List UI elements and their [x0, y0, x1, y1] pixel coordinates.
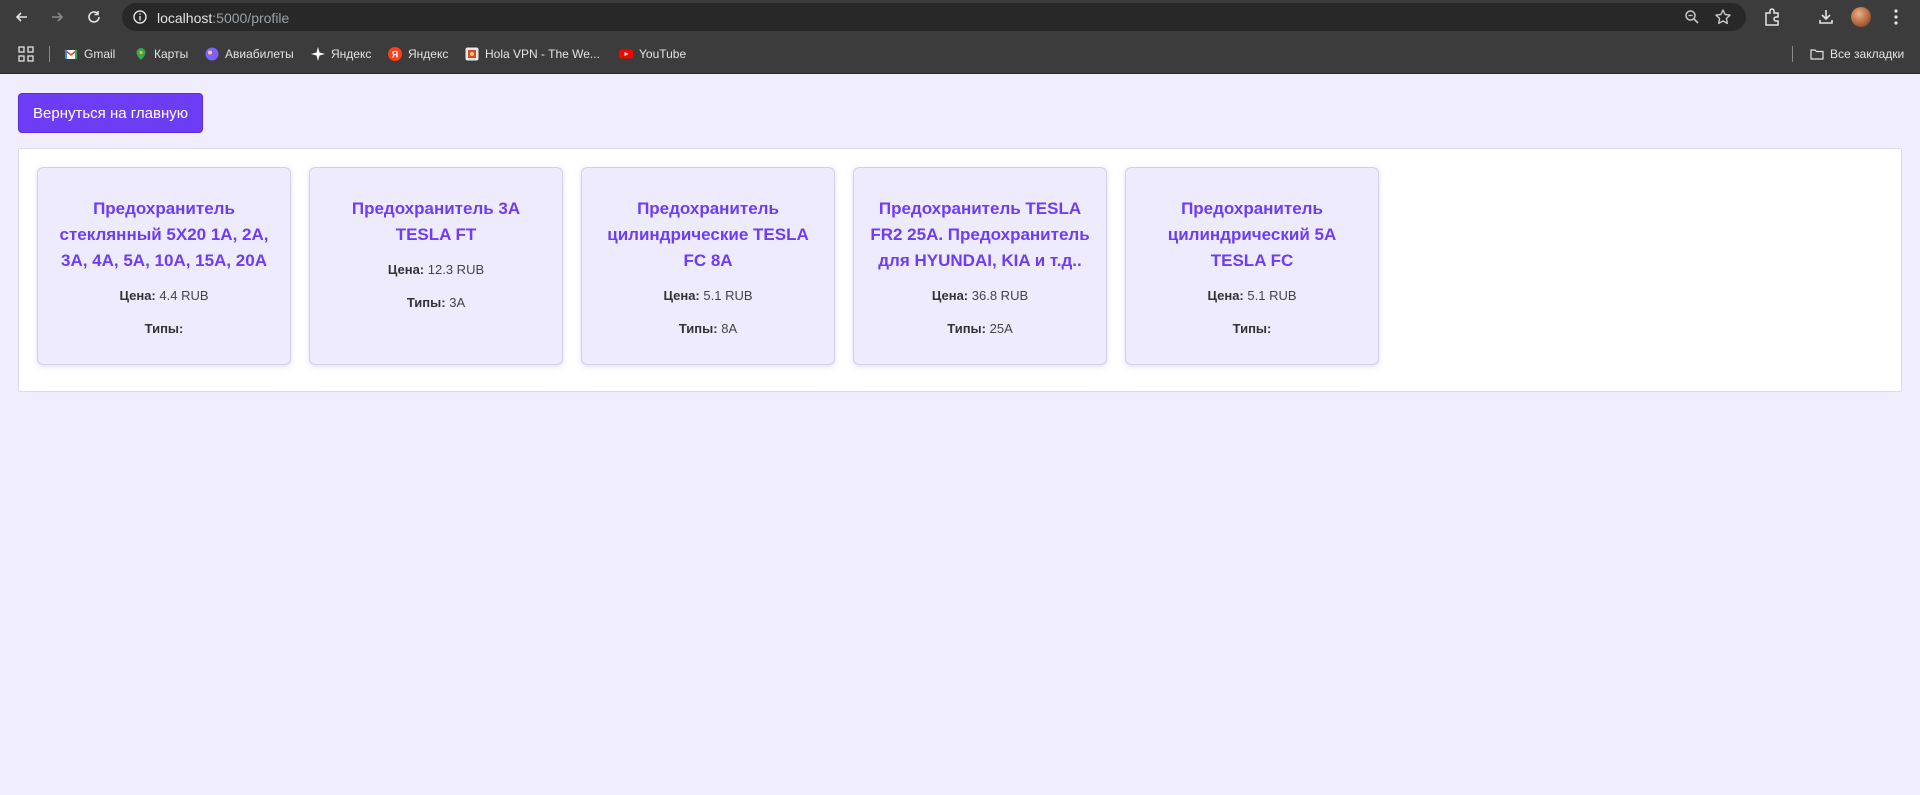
price-label: Цена: [1207, 288, 1244, 303]
back-arrow-icon[interactable] [10, 5, 34, 29]
page-content: Вернуться на главную Предохранитель стек… [0, 75, 1920, 795]
products-container: Предохранитель стеклянный 5Х20 1А, 2А, 3… [18, 148, 1902, 392]
bookmark-label: Карты [154, 47, 189, 61]
all-bookmarks-button[interactable]: Все закладки [1810, 46, 1904, 62]
folder-icon [1810, 49, 1824, 60]
url-path: :5000/profile [212, 10, 290, 26]
product-price: 4.4 RUB [159, 288, 209, 303]
product-types-row: Типы: 25A [868, 317, 1092, 340]
reload-icon[interactable] [82, 5, 106, 29]
product-card[interactable]: Предохранитель 3A TESLA FT Цена: 12.3 RU… [309, 167, 563, 365]
youtube-icon [619, 49, 633, 59]
bookmarks-separator [49, 46, 50, 62]
product-price: 5.1 RUB [703, 288, 753, 303]
price-label: Цена: [931, 288, 969, 303]
product-types: 3A [449, 295, 466, 310]
back-to-home-button[interactable]: Вернуться на главную [18, 93, 203, 133]
product-title: Предохранитель TESLA FR2 25A. Предохрани… [870, 199, 1090, 270]
product-title: Предохранитель цилиндрические TESLA FC 8… [607, 199, 809, 270]
product-price-row: Цена: 12.3 RUB [324, 258, 548, 281]
flights-icon [205, 47, 219, 61]
price-label: Цена: [663, 288, 700, 303]
product-types: 8A [721, 321, 738, 336]
maps-icon [136, 48, 146, 60]
types-label: Типы: [144, 321, 184, 336]
bookmark-label: Hola VPN - The We... [485, 47, 600, 61]
bookmark-youtube[interactable]: YouTube [619, 46, 686, 62]
yandex-star-icon [311, 47, 325, 61]
bookmark-label: Яндекс [408, 47, 449, 61]
site-info-icon[interactable] [132, 9, 148, 25]
types-label: Типы: [406, 295, 446, 310]
product-title: Предохранитель 3A TESLA FT [351, 199, 521, 244]
product-price: 5.1 RUB [1247, 288, 1297, 303]
bookmark-gmail[interactable]: Gmail [64, 46, 115, 62]
bookmark-maps[interactable]: Карты [134, 46, 188, 62]
svg-text:Я: Я [392, 50, 398, 60]
product-card[interactable]: Предохранитель TESLA FR2 25A. Предохрани… [853, 167, 1107, 365]
product-types-row: Типы: [1140, 317, 1364, 340]
apps-grid-icon[interactable] [18, 46, 34, 62]
address-bar[interactable]: localhost:5000/profile [122, 3, 1746, 31]
product-card[interactable]: Предохранитель стеклянный 5Х20 1А, 2А, 3… [37, 167, 291, 365]
bookmark-flights[interactable]: Авиабилеты [205, 46, 294, 62]
types-label: Типы: [947, 321, 986, 336]
extensions-icon[interactable] [1762, 7, 1782, 27]
url-host: localhost [157, 10, 213, 26]
bookmarks-bar: Gmail Карты Авиабилеты Яндекс Я Яндекс H… [0, 34, 1920, 74]
bookmark-yandex-1[interactable]: Яндекс [311, 46, 371, 62]
price-label: Цена: [387, 262, 425, 277]
price-label: Цена: [119, 288, 156, 303]
product-card[interactable]: Предохранитель цилиндрические TESLA FC 8… [581, 167, 835, 365]
product-types-row: Типы: 8A [596, 317, 820, 340]
bookmarks-separator [1792, 46, 1793, 62]
product-price-row: Цена: 5.1 RUB [1140, 284, 1364, 307]
types-label: Типы: [1232, 321, 1272, 336]
all-bookmarks-label: Все закладки [1830, 47, 1905, 61]
product-types-row: Типы: [52, 317, 276, 340]
menu-kebab-icon[interactable] [1886, 7, 1906, 27]
product-title: Предохранитель цилиндрический 5A TESLA F… [1167, 199, 1337, 270]
bookmark-yandex-2[interactable]: Я Яндекс [388, 46, 448, 62]
product-price: 12.3 RUB [427, 262, 485, 277]
url-text[interactable]: localhost:5000/profile [157, 10, 289, 26]
profile-avatar[interactable] [1851, 7, 1871, 27]
bookmark-hola-vpn[interactable]: Hola VPN - The We... [465, 46, 600, 62]
product-types-row: Типы: 3A [324, 291, 548, 314]
product-price-row: Цена: 5.1 RUB [596, 284, 820, 307]
types-label: Типы: [678, 321, 718, 336]
download-icon[interactable] [1816, 7, 1836, 27]
browser-toolbar: localhost:5000/profile [0, 0, 1920, 34]
product-title: Предохранитель стеклянный 5Х20 1А, 2А, 3… [59, 199, 269, 270]
forward-arrow-icon[interactable] [45, 5, 69, 29]
hola-icon [465, 47, 479, 61]
product-card[interactable]: Предохранитель цилиндрический 5A TESLA F… [1125, 167, 1379, 365]
bookmark-label: YouTube [639, 47, 687, 61]
product-price: 36.8 RUB [971, 288, 1029, 303]
bookmark-star-icon[interactable] [1714, 8, 1732, 26]
bookmark-label: Авиабилеты [225, 47, 294, 61]
product-price-row: Цена: 4.4 RUB [52, 284, 276, 307]
yandex-icon: Я [388, 47, 402, 61]
gmail-icon [64, 49, 78, 59]
bookmark-label: Gmail [84, 47, 116, 61]
bookmark-label: Яндекс [331, 47, 372, 61]
zoom-icon[interactable] [1684, 9, 1700, 25]
product-types: 25A [989, 321, 1013, 336]
product-price-row: Цена: 36.8 RUB [868, 284, 1092, 307]
